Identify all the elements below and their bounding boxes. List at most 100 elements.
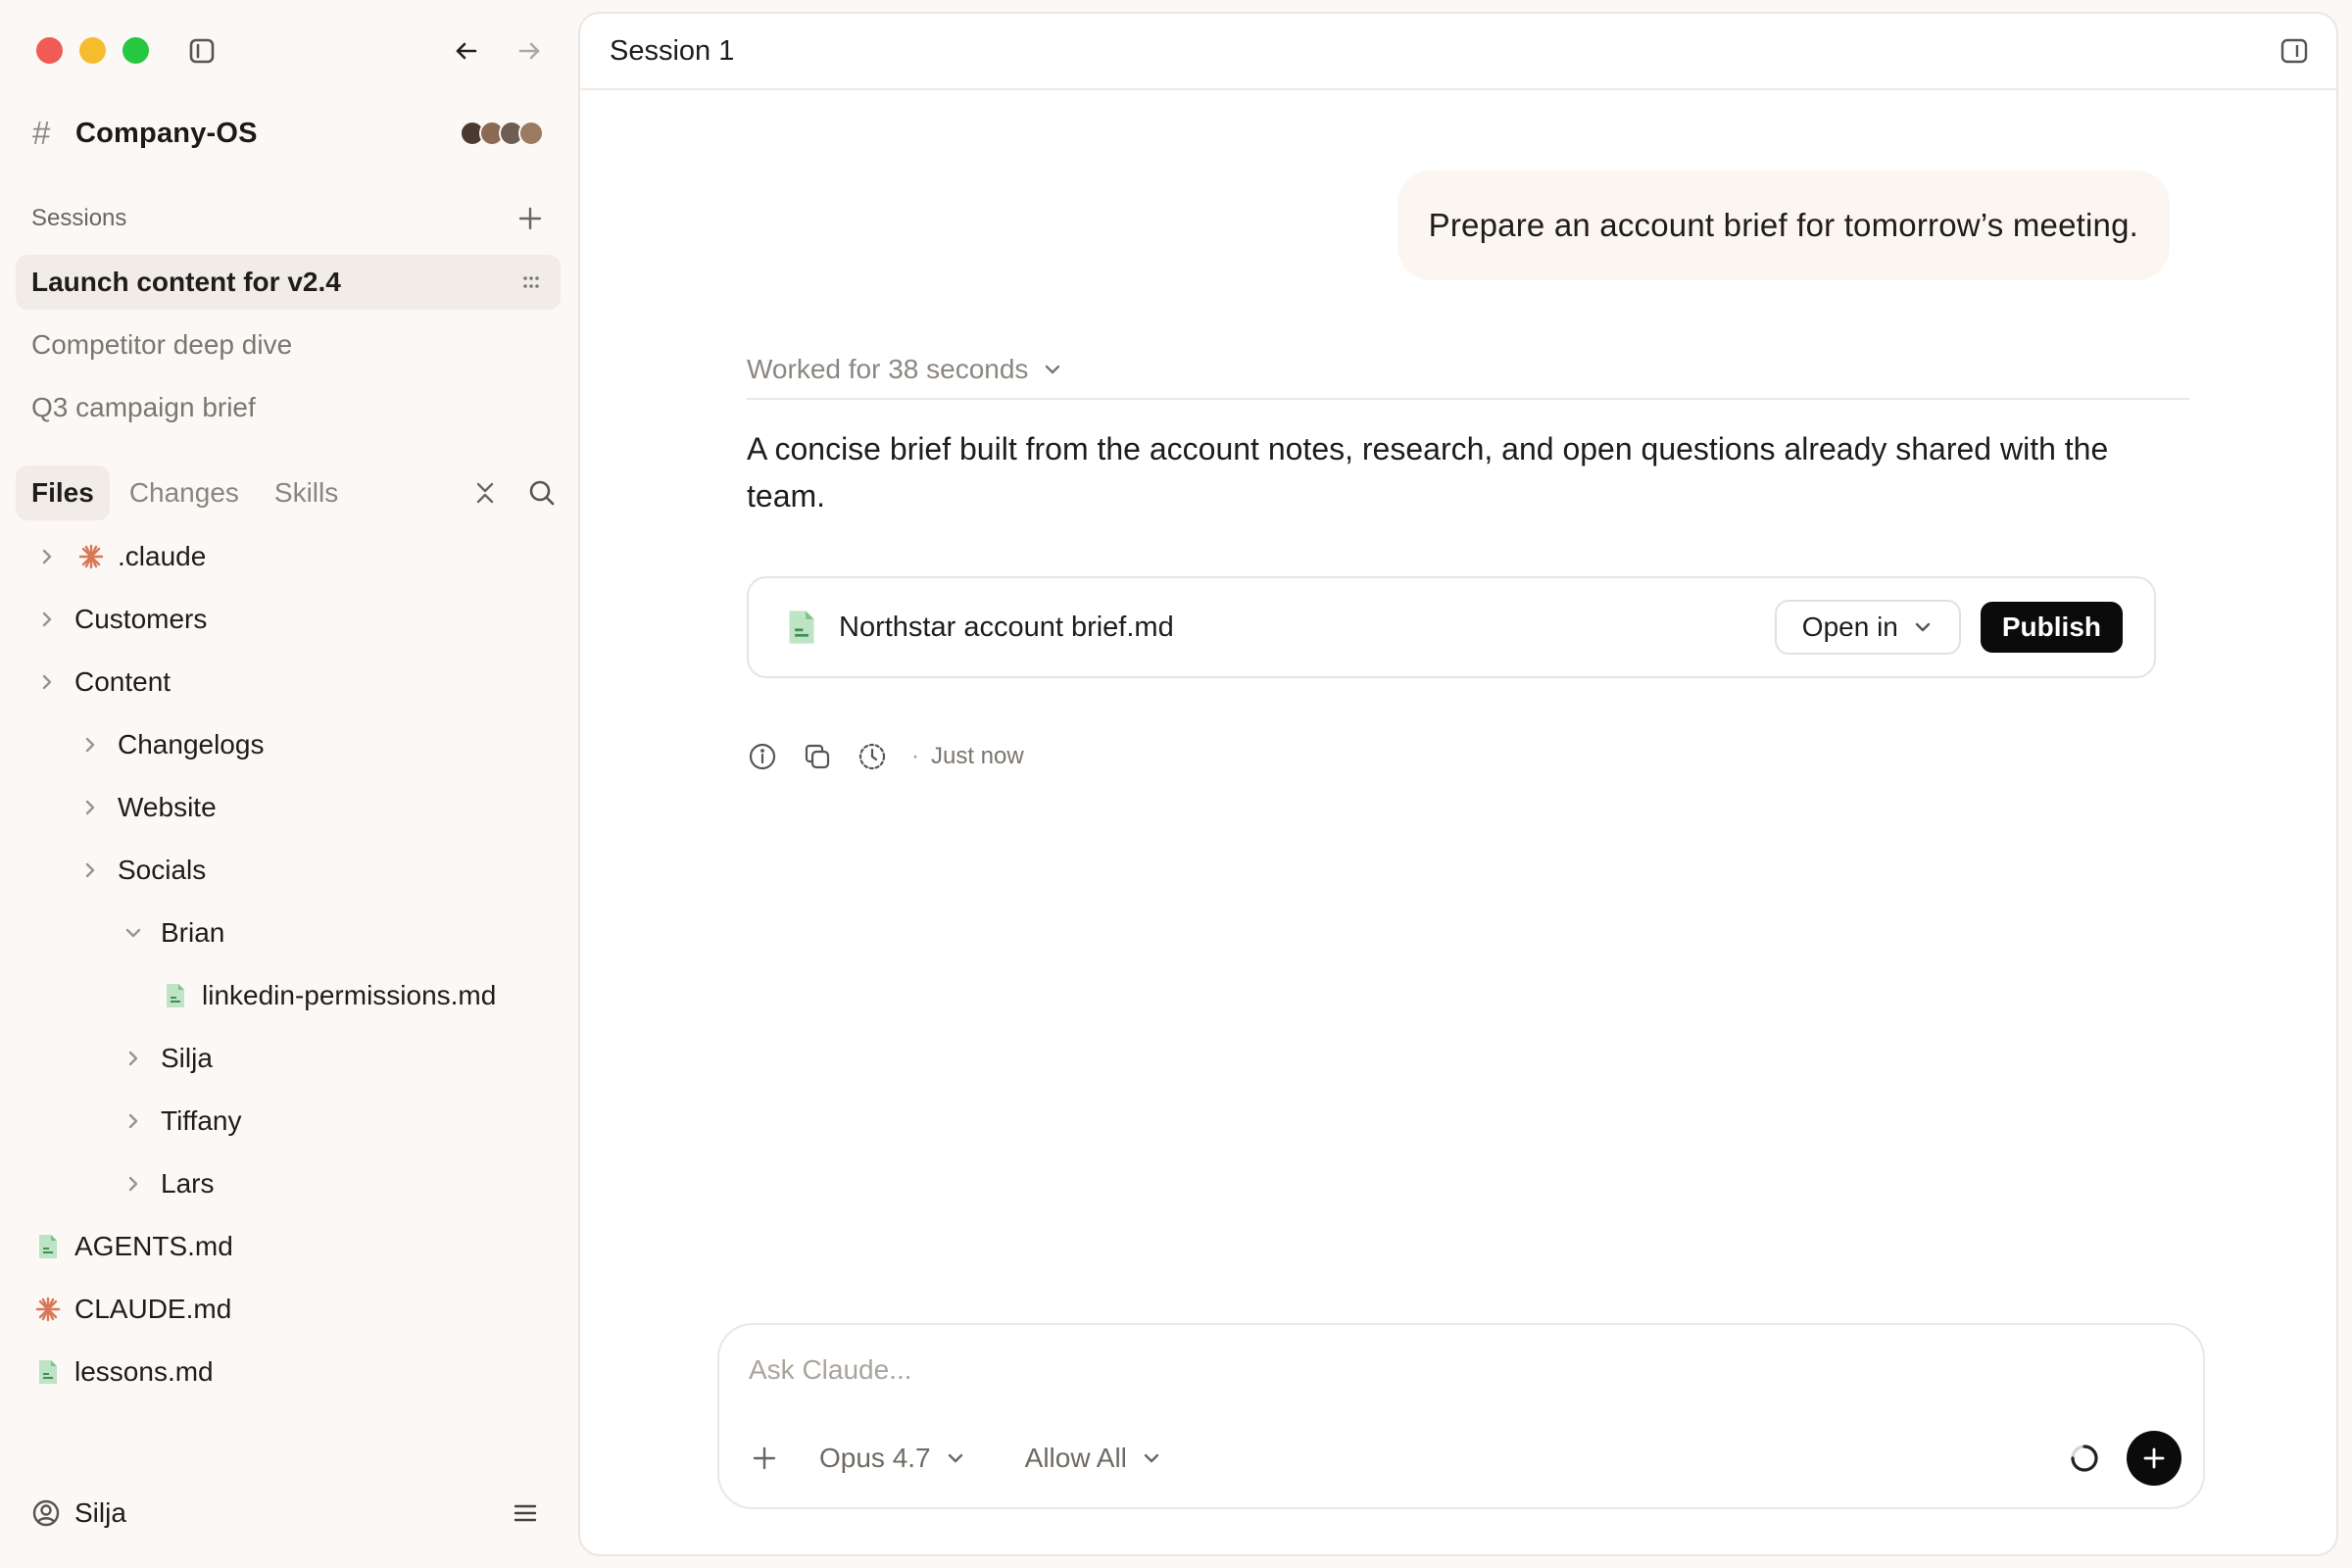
member-avatars[interactable] — [460, 121, 544, 146]
send-button[interactable] — [2127, 1431, 2181, 1486]
forward-arrow-icon[interactable] — [514, 35, 545, 67]
sessions-label: Sessions — [31, 205, 127, 231]
markdown-file-icon — [784, 607, 819, 648]
file-name: Northstar account brief.md — [839, 611, 1174, 643]
chevron-down-icon — [1042, 359, 1063, 380]
tree-item-claude-md[interactable]: CLAUDE.md — [0, 1278, 578, 1341]
tree-item-customers[interactable]: Customers — [0, 588, 578, 651]
markdown-file-icon — [161, 981, 190, 1010]
claude-asterisk-icon — [76, 542, 106, 571]
session-item[interactable]: Q3 campaign brief — [16, 380, 561, 435]
open-in-dropdown[interactable]: Open in — [1774, 600, 1961, 655]
tree-item-label: Tiffany — [161, 1105, 242, 1136]
tree-item-label: CLAUDE.md — [74, 1294, 232, 1324]
user-profile[interactable]: Silja — [31, 1494, 539, 1533]
assistant-answer: A concise brief built from the account n… — [747, 431, 2109, 514]
files-tabbar: Files Changes Skills — [16, 466, 557, 520]
model-selector[interactable]: Opus 4.7 — [819, 1443, 966, 1474]
tree-item-tiffany[interactable]: Tiffany — [0, 1090, 578, 1152]
tree-item-label: Brian — [161, 917, 225, 948]
worked-for-label: Worked for 38 seconds — [747, 354, 1029, 384]
user-message-text: Prepare an account brief for tomorrow’s … — [1428, 207, 2138, 243]
back-arrow-icon[interactable] — [451, 35, 482, 67]
tree-item-label: AGENTS.md — [74, 1231, 233, 1261]
tree-item-label: Website — [118, 792, 217, 822]
session-label: Competitor deep dive — [31, 329, 293, 360]
tree-item-linkedin-permissions[interactable]: linkedin-permissions.md — [0, 964, 578, 1027]
close-window-button[interactable] — [36, 37, 63, 64]
message-timestamp: Just now — [931, 743, 1024, 769]
session-item[interactable]: Launch content for v2.4 — [16, 255, 561, 310]
model-label: Opus 4.7 — [819, 1443, 931, 1473]
drag-handle-icon[interactable] — [521, 270, 545, 294]
workspace-name: Company-OS — [75, 117, 258, 149]
tree-item-label: Lars — [161, 1168, 215, 1199]
chevron-down-icon — [1912, 616, 1934, 638]
tree-item-label: Changelogs — [118, 729, 265, 760]
tree-item-content[interactable]: Content — [0, 651, 578, 713]
tree-item-label: .claude — [118, 541, 207, 571]
tree-item-label: Silja — [161, 1043, 213, 1073]
file-attachment-card[interactable]: Northstar account brief.md Open in Publi… — [747, 576, 2156, 678]
worked-for-toggle[interactable]: Worked for 38 seconds — [747, 341, 2189, 400]
sessions-header: Sessions — [31, 201, 547, 236]
tree-item-claude-folder[interactable]: .claude — [0, 525, 578, 588]
publish-button[interactable]: Publish — [1980, 602, 2123, 653]
composer-input[interactable]: Ask Claude... — [749, 1354, 912, 1386]
claude-asterisk-icon — [33, 1295, 63, 1324]
tree-item-label: Content — [74, 666, 172, 697]
tree-item-label: Socials — [118, 855, 207, 885]
search-icon[interactable] — [527, 478, 557, 508]
session-panel: Session 1 Prepare an account brief for t… — [578, 12, 2338, 1556]
open-in-label: Open in — [1801, 612, 1898, 642]
right-panel-toggle-icon[interactable] — [2279, 36, 2309, 66]
hamburger-menu-icon[interactable] — [512, 1499, 539, 1527]
maximize-window-button[interactable] — [122, 37, 149, 64]
tree-item-changelogs[interactable]: Changelogs — [0, 713, 578, 776]
session-header: Session 1 — [580, 14, 2336, 90]
composer-toolbar: Opus 4.7 Allow All — [745, 1431, 2181, 1486]
chevron-right-icon — [76, 857, 104, 884]
tree-item-socials[interactable]: Socials — [0, 839, 578, 902]
tab-skills[interactable]: Skills — [259, 466, 354, 520]
tree-item-brian[interactable]: Brian — [0, 902, 578, 964]
chevron-right-icon — [33, 543, 61, 570]
new-session-button[interactable] — [514, 202, 547, 235]
copy-icon[interactable] — [802, 741, 833, 772]
chevron-right-icon — [76, 731, 104, 759]
tree-item-website[interactable]: Website — [0, 776, 578, 839]
minimize-window-button[interactable] — [79, 37, 106, 64]
chevron-right-icon — [76, 794, 104, 821]
info-icon[interactable] — [747, 741, 778, 772]
chevron-down-icon — [120, 919, 147, 947]
tree-item-lars[interactable]: Lars — [0, 1152, 578, 1215]
sidebar: # Company-OS Sessions Launch content for… — [0, 0, 578, 1568]
chevron-down-icon — [945, 1447, 966, 1469]
history-clock-icon[interactable] — [857, 741, 888, 772]
collapse-all-icon[interactable] — [472, 480, 498, 506]
tree-item-silja[interactable]: Silja — [0, 1027, 578, 1090]
markdown-file-icon — [33, 1357, 63, 1387]
chevron-right-icon — [120, 1170, 147, 1198]
tab-changes[interactable]: Changes — [114, 466, 255, 520]
tree-item-label: lessons.md — [74, 1356, 214, 1387]
tree-item-label: Customers — [74, 604, 208, 634]
session-item[interactable]: Competitor deep dive — [16, 318, 561, 372]
file-tree: .claude Customers Content Changelogs Web… — [0, 525, 578, 1403]
chevron-down-icon — [1141, 1447, 1162, 1469]
meta-separator: · — [911, 743, 919, 769]
workspace-header[interactable]: # Company-OS — [32, 114, 544, 153]
tree-item-lessons-md[interactable]: lessons.md — [0, 1341, 578, 1403]
tab-files[interactable]: Files — [16, 466, 110, 520]
permissions-selector[interactable]: Allow All — [1025, 1443, 1162, 1474]
tree-item-agents-md[interactable]: AGENTS.md — [0, 1215, 578, 1278]
session-label: Launch content for v2.4 — [31, 267, 341, 297]
sessions-list: Launch content for v2.4 Competitor deep … — [16, 255, 561, 443]
message-composer[interactable]: Ask Claude... Opus 4.7 Allow All — [717, 1323, 2205, 1509]
add-attachment-button[interactable] — [745, 1439, 784, 1478]
sidebar-toggle-icon[interactable] — [186, 35, 218, 67]
avatar — [518, 121, 544, 146]
chevron-right-icon — [33, 668, 61, 696]
chevron-right-icon — [33, 606, 61, 633]
chevron-right-icon — [120, 1045, 147, 1072]
